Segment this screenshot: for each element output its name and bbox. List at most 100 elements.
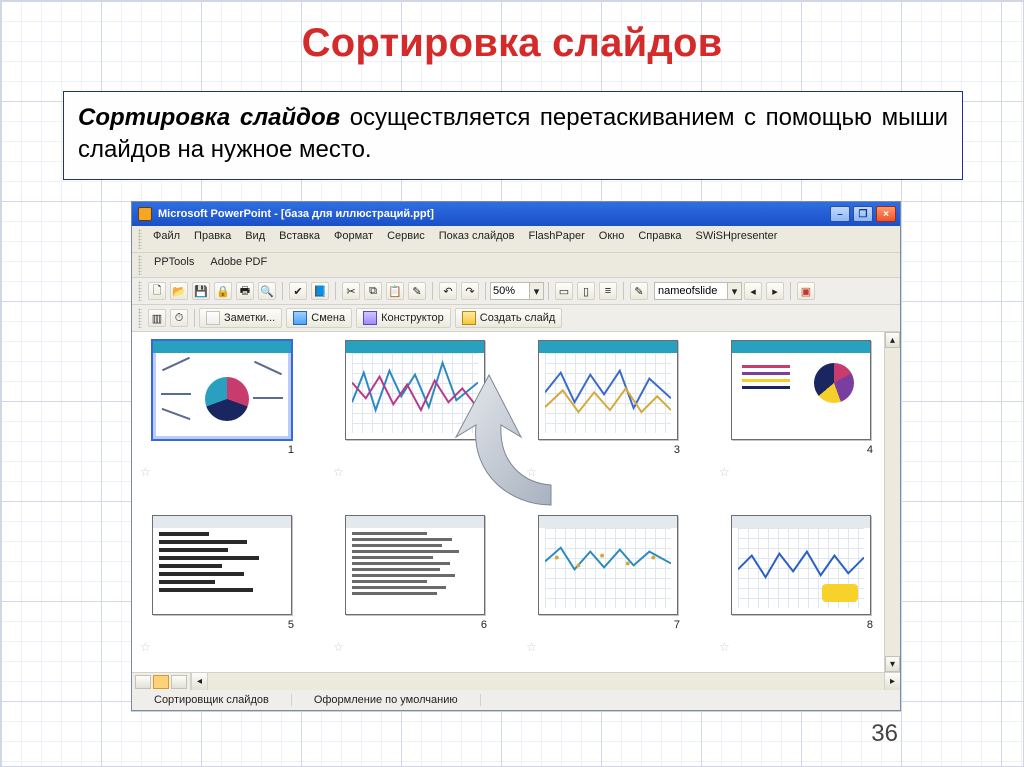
slide-thumbnail-1[interactable]	[152, 340, 292, 440]
slide-thumbnail-5[interactable]	[152, 515, 292, 615]
transition-star-icon: ☆	[526, 640, 537, 654]
zoom-input[interactable]	[491, 285, 529, 297]
research-icon[interactable]: 📘	[311, 282, 329, 300]
menu-help[interactable]: Справка	[631, 228, 688, 250]
menu-file[interactable]: Файл	[146, 228, 187, 250]
menu-format[interactable]: Формат	[327, 228, 380, 250]
hide-slide-icon[interactable]: ▥	[148, 309, 166, 327]
transition-star-icon: ☆	[719, 640, 730, 654]
slide-thumbnail-4[interactable]	[731, 340, 871, 440]
toolbar-grip[interactable]	[138, 229, 142, 249]
format-painter-icon[interactable]: ✎	[408, 282, 426, 300]
design-label: Конструктор	[381, 312, 444, 324]
separator	[548, 282, 549, 300]
slideshow-view-button[interactable]	[171, 675, 187, 689]
separator	[194, 309, 195, 327]
slide-number: 7	[535, 619, 680, 631]
next-icon[interactable]: ▸	[766, 282, 784, 300]
chevron-down-icon[interactable]: ▾	[529, 283, 543, 299]
cut-icon[interactable]: ✂	[342, 282, 360, 300]
menu-pptools[interactable]: PPTools	[146, 254, 202, 276]
slide-cell: ☆ 4	[721, 340, 880, 493]
slide-thumbnail-3[interactable]	[538, 340, 678, 440]
group-icon[interactable]: ▭	[555, 282, 573, 300]
minimize-button[interactable]: –	[830, 206, 850, 222]
scroll-up-icon[interactable]: ▴	[885, 332, 900, 348]
toolbar-grip[interactable]	[138, 281, 142, 301]
print-preview-icon[interactable]: 🔍	[258, 282, 276, 300]
scroll-left-icon[interactable]: ◂	[191, 673, 207, 690]
separator	[790, 282, 791, 300]
separator	[485, 282, 486, 300]
transition-button[interactable]: Смена	[286, 308, 352, 328]
menu-tools[interactable]: Сервис	[380, 228, 432, 250]
slide-name-field[interactable]: ▾	[654, 282, 742, 300]
close-button[interactable]: ×	[876, 206, 896, 222]
ink-icon[interactable]: ✎	[630, 282, 648, 300]
new-slide-label: Создать слайд	[480, 312, 555, 324]
menu-edit[interactable]: Правка	[187, 228, 238, 250]
menu-slideshow[interactable]: Показ слайдов	[432, 228, 522, 250]
status-view: Сортировщик слайдов	[132, 694, 292, 706]
menu-insert[interactable]: Вставка	[272, 228, 327, 250]
separator	[335, 282, 336, 300]
undo-icon[interactable]: ↶	[439, 282, 457, 300]
prev-icon[interactable]: ◂	[744, 282, 762, 300]
slide-number: 8	[728, 619, 873, 631]
chevron-down-icon[interactable]: ▾	[727, 283, 741, 299]
powerpoint-icon	[138, 207, 152, 221]
new-file-icon[interactable]: 🗋	[148, 282, 166, 300]
paste-icon[interactable]: 📋	[386, 282, 404, 300]
maximize-button[interactable]: ❐	[853, 206, 873, 222]
slide-number: 5	[149, 619, 294, 631]
menu-view[interactable]: Вид	[238, 228, 272, 250]
toolbar-grip[interactable]	[138, 255, 142, 275]
redo-icon[interactable]: ↷	[461, 282, 479, 300]
scroll-right-icon[interactable]: ▸	[884, 673, 900, 690]
horizontal-scrollbar: ◂ ▸	[132, 672, 900, 690]
scroll-track-h[interactable]	[207, 673, 884, 690]
zoom-control[interactable]: ▾	[490, 282, 544, 300]
slide-number: 3	[535, 444, 680, 456]
slide-cell: ☆ 5	[142, 515, 301, 668]
scroll-down-icon[interactable]: ▾	[885, 656, 900, 672]
powerpoint-window: Microsoft PowerPoint - [база для иллюстр…	[131, 201, 901, 711]
notes-button[interactable]: Заметки...	[199, 308, 282, 328]
slide-sorter-area[interactable]: ☆ 1 ☆ 2	[132, 332, 900, 672]
slide-thumbnail-2[interactable]	[345, 340, 485, 440]
save-icon[interactable]: 💾	[192, 282, 210, 300]
print-icon[interactable]: 🖶	[236, 282, 254, 300]
menu-flashpaper[interactable]: FlashPaper	[522, 228, 592, 250]
view-buttons	[132, 673, 191, 690]
design-icon	[363, 311, 377, 325]
rehearse-icon[interactable]: ⏱	[170, 309, 188, 327]
ungroup-icon[interactable]: ▯	[577, 282, 595, 300]
menu-window[interactable]: Окно	[592, 228, 632, 250]
spellcheck-icon[interactable]: ✔	[289, 282, 307, 300]
open-icon[interactable]: 📂	[170, 282, 188, 300]
slide-cell: ☆ 2	[335, 340, 494, 493]
menu-swishpresenter[interactable]: SWiSHpresenter	[688, 228, 784, 250]
sorter-view-button[interactable]	[153, 675, 169, 689]
slide-name-input[interactable]	[655, 285, 727, 297]
new-slide-button[interactable]: Создать слайд	[455, 308, 562, 328]
slide-thumbnail-6[interactable]	[345, 515, 485, 615]
align-icon[interactable]: ≡	[599, 282, 617, 300]
status-bar: Сортировщик слайдов Оформление по умолча…	[132, 690, 900, 710]
design-button[interactable]: Конструктор	[356, 308, 451, 328]
scroll-track[interactable]	[885, 348, 900, 656]
transition-star-icon: ☆	[140, 640, 151, 654]
vertical-scrollbar[interactable]: ▴ ▾	[884, 332, 900, 672]
slide-title: Сортировка слайдов	[1, 21, 1023, 66]
permission-icon[interactable]: 🔒	[214, 282, 232, 300]
transition-star-icon: ☆	[526, 465, 537, 479]
slide-thumbnail-7[interactable]	[538, 515, 678, 615]
transition-star-icon: ☆	[719, 465, 730, 479]
toolbar-grip[interactable]	[138, 308, 142, 328]
thumbnail-grid: ☆ 1 ☆ 2	[142, 340, 880, 668]
slide-thumbnail-8[interactable]	[731, 515, 871, 615]
normal-view-button[interactable]	[135, 675, 151, 689]
menu-adobe-pdf[interactable]: Adobe PDF	[202, 254, 275, 276]
slide-show-icon[interactable]: ▣	[797, 282, 815, 300]
copy-icon[interactable]: ⧉	[364, 282, 382, 300]
